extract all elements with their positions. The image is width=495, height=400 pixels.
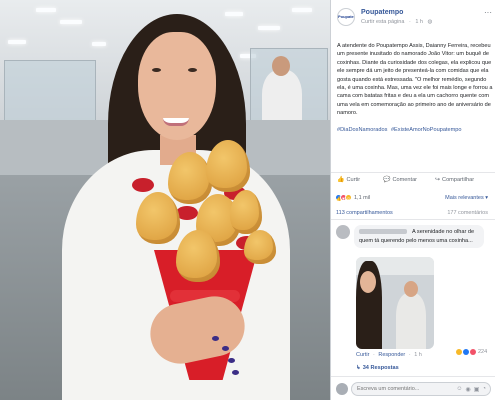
post-text: A atendente do Poupatempo Assis, Daianny… [337, 43, 493, 117]
comment-like-link[interactable]: Curtir [356, 352, 369, 358]
separator: · [372, 352, 375, 358]
haha-reaction-icon [456, 349, 462, 355]
emoji-icon[interactable]: ☺ [456, 386, 462, 393]
share-arrow-icon: ↪ [435, 177, 441, 183]
comment-bubble: A serenidade no olhar de quem tá querend… [354, 225, 484, 248]
most-relevant-dropdown[interactable]: Mais relevantes ▾ [445, 195, 488, 201]
ceiling-light [225, 12, 243, 16]
comment-label: Comentar [392, 176, 418, 183]
reaction-count[interactable]: 1,1 mil [354, 195, 370, 201]
love-reaction-icon [470, 349, 476, 355]
commenter-name-redacted[interactable] [359, 228, 407, 234]
post-photo[interactable] [0, 0, 330, 400]
comment-reply-link[interactable]: Responder [378, 352, 405, 358]
coxinha [244, 230, 276, 264]
comment-reaction-count: 224 [478, 349, 488, 355]
ceiling-light [292, 8, 312, 12]
hashtag-link[interactable]: #DiaDosNamorados [337, 127, 387, 133]
nail-polish [228, 358, 235, 363]
comment-composer: ☺ ◉ ▣ ◔ [331, 376, 495, 400]
photo-man-head [404, 281, 418, 297]
replies-label: 34 Respostas [362, 365, 399, 371]
post-panel: Poupatempo Poupatempo Curtir esta página… [330, 0, 495, 400]
user-avatar [336, 383, 348, 395]
smile [163, 118, 189, 126]
reactions-row: 👍 ♥ ☺ 1,1 mil Mais relevantes ▾ [331, 190, 495, 206]
view-replies-link[interactable]: ↳ 34 Respostas [356, 365, 399, 371]
comment-time[interactable]: 1 h [414, 352, 422, 358]
haha-reaction-icon[interactable]: ☺ [345, 194, 352, 201]
comments-count[interactable]: 177 comentários [447, 210, 488, 216]
like-reaction-icon [463, 349, 469, 355]
comment-actions: Curtir · Responder · 1 h [356, 352, 424, 358]
share-label: Compartilhar [442, 176, 475, 183]
photo-man-body [396, 293, 426, 349]
ceiling-light [36, 8, 56, 12]
post-time[interactable]: 1 h [415, 19, 423, 25]
hashtags: #DiaDosNamorados #ExisteAmorNoPoupatempo [337, 126, 493, 134]
follow-page-link[interactable]: Curtir esta página [361, 19, 404, 25]
like-label: Curtir [346, 176, 361, 183]
reply-arrow-icon: ↳ [356, 365, 361, 371]
post-header: Poupatempo Poupatempo Curtir esta página… [337, 8, 492, 34]
thumbs-up-icon: 👍 [337, 177, 345, 183]
page-avatar[interactable]: Poupatempo [337, 8, 355, 26]
nail-polish [212, 336, 219, 341]
sticker-icon[interactable]: ◔ [482, 386, 486, 393]
comment-button[interactable]: 💬 Comentar [383, 176, 418, 184]
globe-icon: ◍ [427, 19, 433, 25]
commenter-avatar[interactable] [336, 225, 350, 239]
hashtag-link[interactable]: #ExisteAmorNoPoupatempo [391, 127, 462, 133]
most-relevant-label: Mais relevantes [445, 195, 484, 201]
eye [188, 68, 197, 72]
nail-polish [222, 346, 229, 351]
share-button[interactable]: ↪ Compartilhar [435, 176, 475, 184]
separator: · [408, 352, 411, 358]
composer-icons: ☺ ◉ ▣ ◔ [456, 386, 486, 393]
like-button[interactable]: 👍 Curtir [337, 176, 361, 184]
shares-count[interactable]: 113 compartilhamentos [336, 210, 393, 216]
ceiling-light [92, 42, 106, 46]
comment-reactions[interactable]: 224 [456, 349, 487, 355]
chevron-down-icon: ▾ [485, 195, 488, 201]
ceiling-light [60, 20, 82, 24]
gif-icon[interactable]: ▣ [474, 386, 480, 393]
post-actions: 👍 Curtir 💬 Comentar ↪ Compartilhar [331, 172, 495, 188]
separator: · [408, 19, 411, 25]
camera-icon[interactable]: ◉ [465, 386, 470, 393]
page-name[interactable]: Poupatempo [361, 9, 403, 16]
post-meta: Curtir esta página · 1 h ◍ [361, 19, 435, 25]
stats-row: 113 compartilhamentos 177 comentários [331, 208, 495, 220]
comment-bubble-icon: 💬 [383, 177, 391, 183]
ceiling-light [8, 40, 26, 44]
eye [152, 68, 161, 72]
ceiling-light [258, 26, 280, 30]
more-dots-icon[interactable]: ··· [484, 8, 492, 17]
comment-photo[interactable] [356, 257, 434, 349]
coworker-head [272, 56, 290, 76]
red-flower [132, 178, 154, 192]
photo-woman-face [360, 271, 376, 293]
nail-polish [232, 370, 239, 375]
